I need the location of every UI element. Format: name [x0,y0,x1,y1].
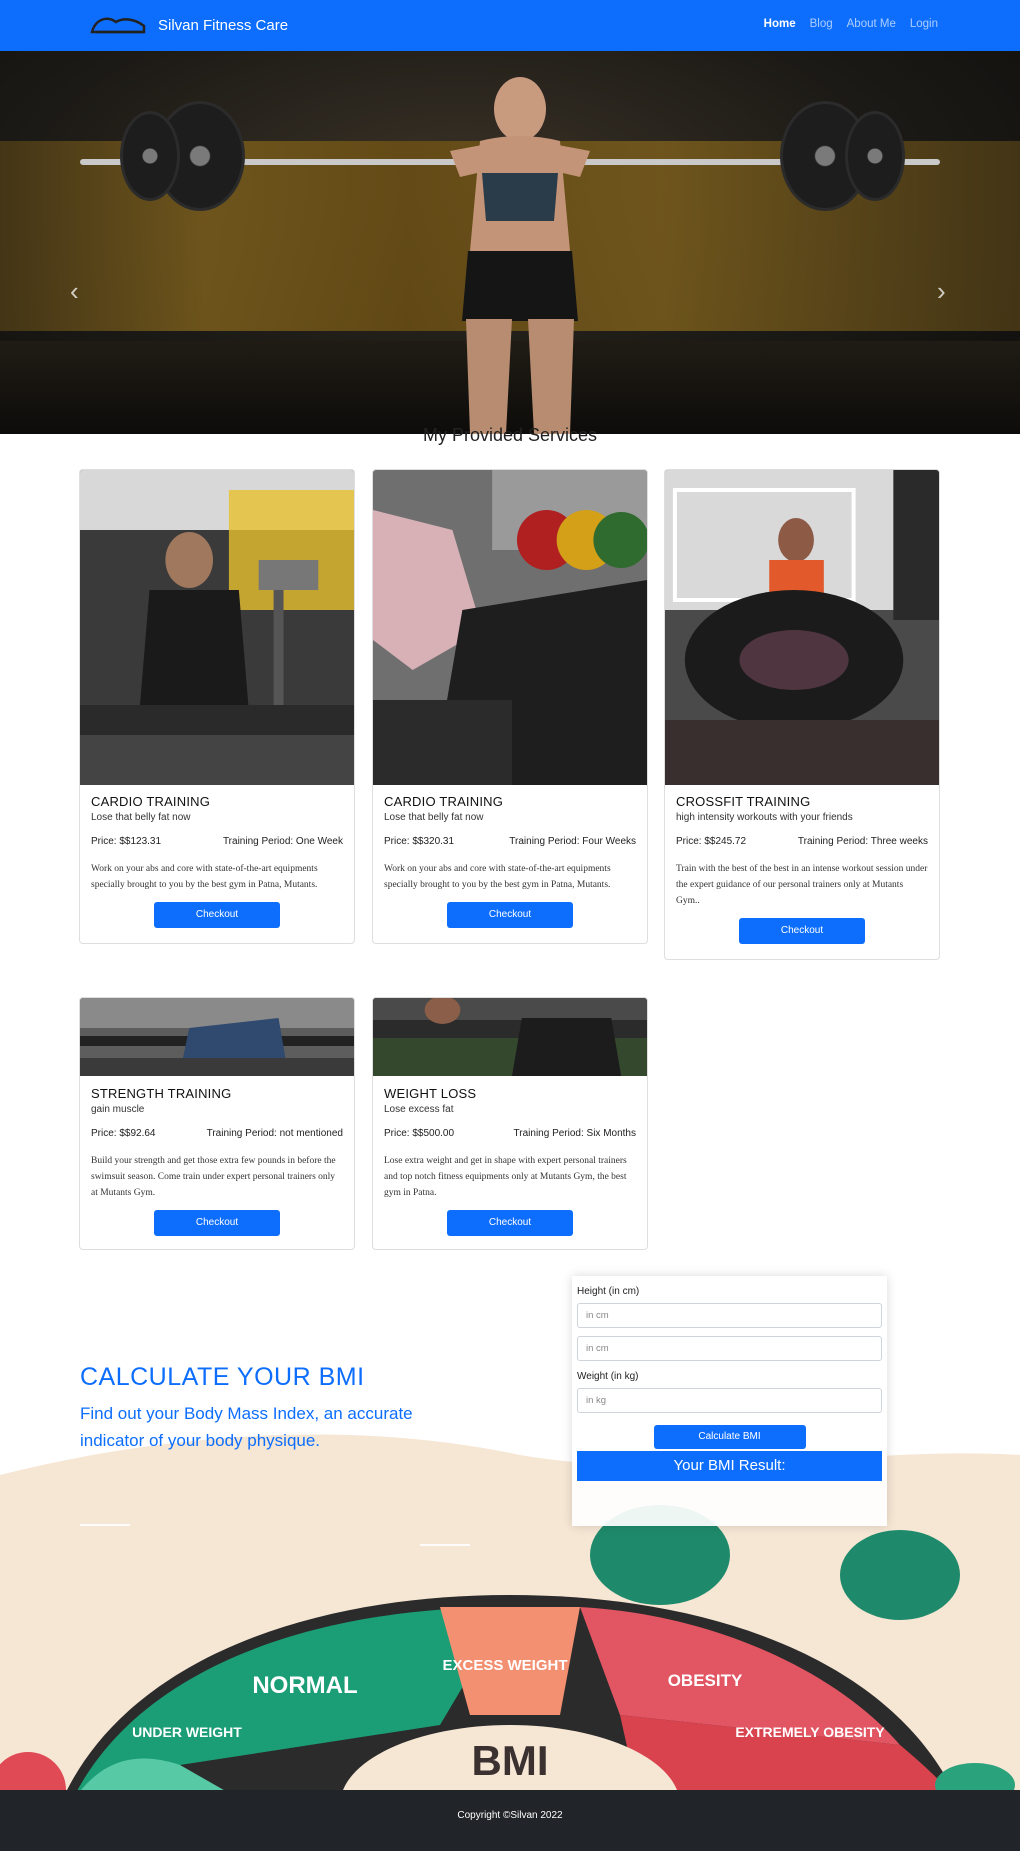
footer: Copyright ©Silvan 2022 [0,1790,1020,1851]
carousel-prev-icon[interactable]: ‹ [70,276,79,307]
nav-blog[interactable]: Blog [810,18,833,30]
card-title: CARDIO TRAINING [91,794,211,809]
card-subtitle: high intensity workouts with your friend… [676,812,853,823]
service-card-crossfit: CROSSFIT TRAINING high intensity workout… [664,469,940,960]
navbar: Silvan Fitness Care Home Blog About Me L… [0,0,1020,51]
card-image-crossfit-tire [665,470,939,785]
calculate-bmi-button[interactable]: Calculate BMI [653,1425,806,1449]
card-image-cardio-bikes [80,470,354,785]
bmi-label-excess: EXCESS WEIGHT [442,1657,567,1674]
card-meta-row: Price: $$245.72 Training Period: Three w… [676,836,928,847]
card-price: Price: $$500.00 [384,1128,455,1139]
bmi-label-underweight: UNDER WEIGHT [132,1724,242,1740]
card-period: Training Period: Four Weeks [509,836,636,847]
bmi-form: Height (in cm) in cm in cm Weight (in kg… [572,1276,887,1526]
height-input[interactable]: in cm [577,1303,882,1328]
card-price: Price: $$245.72 [676,836,747,847]
brand-name: Silvan Fitness Care [158,16,289,34]
page: Silvan Fitness Care Home Blog About Me L… [0,0,1020,1851]
service-card-cardio-2: CARDIO TRAINING Lose that belly fat now … [372,469,648,944]
carousel-next-icon[interactable]: › [937,276,946,307]
card-price: Price: $$92.64 [91,1128,156,1139]
hero-plate-left-2 [120,111,180,201]
card-title: STRENGTH TRAINING [91,1086,232,1101]
height-input-2[interactable]: in cm [577,1336,882,1361]
services-title: My Provided Services [422,425,598,445]
card-meta-row: Price: $$123.31 Training Period: One Wee… [91,836,343,847]
checkout-button[interactable]: Checkout [154,1210,280,1236]
card-subtitle: gain muscle [91,1104,145,1115]
bmi-label-bmi: BMI [472,1737,549,1784]
checkout-button[interactable]: Checkout [447,902,573,928]
hero-carousel: ‹ › [0,51,1020,434]
nav-login[interactable]: Login [910,18,938,30]
service-card-cardio-1: CARDIO TRAINING Lose that belly fat now … [79,469,355,944]
card-subtitle: Lose that belly fat now [91,812,191,823]
service-card-strength: STRENGTH TRAINING gain muscle Price: $$9… [79,997,355,1250]
card-period: Training Period: Three weeks [797,836,928,847]
weight-input[interactable]: in kg [577,1388,882,1413]
height-label: Height (in cm) [577,1286,640,1297]
card-title: CARDIO TRAINING [384,794,504,809]
nav-links: Home Blog About Me Login [764,18,938,30]
card-body: CROSSFIT TRAINING high intensity workout… [676,794,928,944]
card-description: Build your strength and get those extra … [91,1156,336,1198]
card-body: CARDIO TRAINING Lose that belly fat now … [384,794,636,928]
card-image-weight-loss [373,998,647,1076]
card-title: WEIGHT LOSS [384,1086,477,1101]
bmi-label-obesity: OBESITY [668,1671,743,1690]
card-price: Price: $$123.31 [91,836,162,847]
weight-label: Weight (in kg) [577,1371,639,1382]
bmi-label-normal: NORMAL [252,1672,357,1699]
hero-plate-right-2 [845,111,905,201]
card-title: CROSSFIT TRAINING [676,794,811,809]
bmi-section: NORMAL EXCESS WEIGHT OBESITY UNDER WEIGH… [0,1260,1020,1790]
card-description: Lose extra weight and get in shape with … [384,1156,627,1198]
card-meta-row: Price: $$500.00 Training Period: Six Mon… [384,1128,636,1139]
card-body: STRENGTH TRAINING gain muscle Price: $$9… [91,1086,343,1236]
copyright-text: Copyright ©Silvan 2022 [457,1810,563,1821]
card-price: Price: $$320.31 [384,836,455,847]
nav-home[interactable]: Home [764,18,796,30]
card-period: Training Period: One Week [222,836,343,847]
card-description: Work on your abs and core with state-of-… [384,864,611,890]
card-image-cardio-rower [373,470,647,785]
bmi-label-extremely-obesity: EXTREMELY OBESITY [735,1724,885,1740]
hero-athlete-image [450,77,590,434]
card-period: Training Period: Six Months [513,1128,636,1139]
checkout-button[interactable]: Checkout [447,1210,573,1236]
card-period: Training Period: not mentioned [206,1128,343,1139]
card-meta-row: Price: $$92.64 Training Period: not ment… [91,1128,343,1139]
service-card-weight-loss: WEIGHT LOSS Lose excess fat Price: $$500… [372,997,648,1250]
card-body: WEIGHT LOSS Lose excess fat Price: $$500… [384,1086,636,1236]
checkout-button[interactable]: Checkout [154,902,280,928]
nav-about-me[interactable]: About Me [847,18,896,30]
card-description: Work on your abs and core with state-of-… [91,864,318,890]
card-image-strength [80,998,354,1076]
checkout-button[interactable]: Checkout [739,918,865,944]
card-subtitle: Lose excess fat [384,1104,454,1115]
card-subtitle: Lose that belly fat now [384,812,484,823]
brand[interactable]: Silvan Fitness Care [88,12,288,38]
bmi-title: CALCULATE YOUR BMI [80,1363,365,1391]
card-body: CARDIO TRAINING Lose that belly fat now … [91,794,343,928]
card-description: Train with the best of the best in an in… [676,864,928,906]
card-meta-row: Price: $$320.31 Training Period: Four We… [384,836,636,847]
bmi-result: Your BMI Result: [577,1451,882,1481]
flexed-arm-logo-icon [90,17,146,34]
bmi-description: Find out your Body Mass Index, an accura… [80,1404,413,1450]
